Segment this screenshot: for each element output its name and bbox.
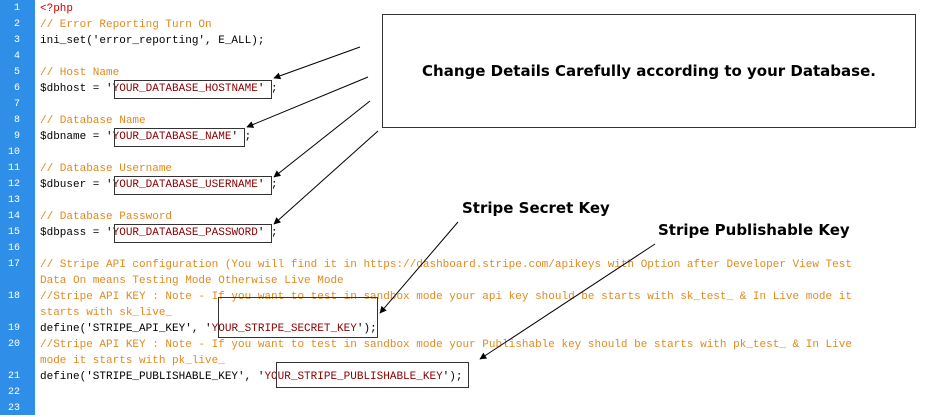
arrow-to-dbuser bbox=[273, 100, 371, 178]
arrow-to-dbname bbox=[246, 76, 369, 128]
arrow-to-dbpass bbox=[273, 130, 379, 225]
arrow-to-publishable-key bbox=[479, 243, 656, 360]
arrow-to-dbhost bbox=[273, 46, 361, 80]
annotation-arrows bbox=[246, 46, 656, 360]
arrow-to-secret-key bbox=[379, 221, 459, 314]
